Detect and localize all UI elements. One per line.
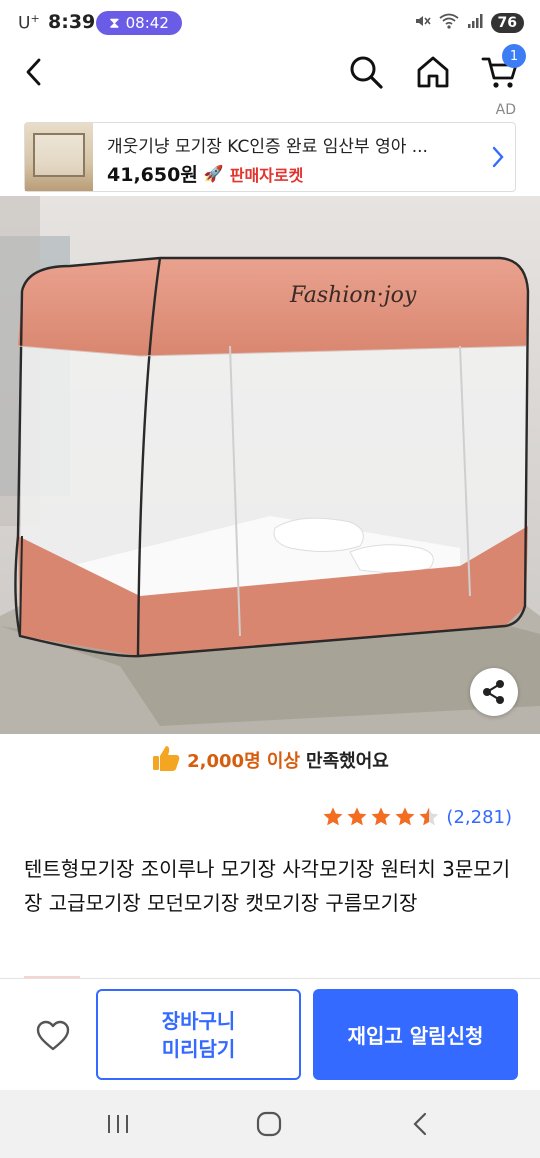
ad-label: AD [495,102,516,118]
home-system-button[interactable] [249,1106,289,1142]
svg-text:Fashion·joy: Fashion·joy [289,283,417,308]
star-icon [420,807,439,826]
back-button[interactable] [12,50,56,94]
share-icon [483,680,504,704]
star-icon [372,807,391,826]
top-nav: 1 [0,44,540,98]
ad-banner[interactable]: 개웃기냥 모기장 KC인증 완료 임산부 영아 ... 41,650원 🚀 판매… [24,122,516,192]
rocket-icon: 🚀 [203,164,224,183]
thumbs-up-icon [151,743,181,778]
star-icon [348,807,367,826]
wishlist-button[interactable] [30,1013,76,1059]
timer-pill: ⧗ 08:42 [96,11,182,35]
satisfaction-banner: 2,000명 이상 만족했어요 [0,738,540,782]
home-circle-icon [256,1111,282,1137]
timer-value: 08:42 [125,14,169,32]
chevron-right-icon [492,146,504,168]
share-button[interactable] [470,668,518,716]
star-rating [322,806,440,828]
cart-button[interactable]: 1 [478,44,526,94]
ad-price-row: 41,650원 🚀 판매자로켓 [107,160,303,187]
status-icons: 76 [413,12,524,34]
status-bar: U+ 8:39 ⧗ 08:42 76 [0,0,540,46]
product-image[interactable]: Fashion·joy [0,196,540,734]
system-back-button[interactable] [400,1106,440,1142]
bottom-action-bar: 장바구니 미리담기 재입고 알림신청 [0,978,540,1090]
star-icon [396,807,415,826]
back-arrow-icon [413,1112,427,1136]
wifi-icon [438,13,459,33]
search-button[interactable] [344,50,388,94]
carrier-label: U+ [18,12,40,34]
battery-indicator: 76 [490,13,524,33]
chevron-left-icon [26,58,41,86]
clock: 8:39 [48,11,96,33]
review-count[interactable]: (2,281) [446,807,512,828]
search-icon [350,56,383,89]
cart-count-badge: 1 [502,44,526,68]
ad-thumbnail [25,123,93,191]
product-title: 텐트형모기장 조이루나 모기장 사각모기장 원터치 3문모기장 고급모기장 모던… [24,857,511,915]
rating[interactable]: (2,281) [322,806,512,828]
satisfaction-text: 만족했어요 [306,751,389,772]
seller-rocket-badge: 판매자로켓 [229,165,304,185]
hourglass-icon: ⧗ [109,14,120,32]
satisfaction-count: 2,000명 이상 [187,751,301,772]
add-to-cart-button[interactable]: 장바구니 미리담기 [96,989,301,1080]
mute-icon [413,12,431,34]
home-button[interactable] [411,50,455,94]
heart-icon [36,1020,70,1051]
restock-alert-button[interactable]: 재입고 알림신청 [313,989,518,1080]
cart-button-line2: 미리담기 [161,1036,236,1061]
recent-apps-icon [108,1115,128,1133]
cart-button-line1: 장바구니 [161,1008,236,1033]
home-icon [417,56,449,88]
signal-icon [467,13,483,33]
ad-price: 41,650원 [107,164,198,186]
mosquito-net-photo: Fashion·joy [0,196,540,734]
system-nav-bar [0,1090,540,1158]
recent-apps-button[interactable] [98,1106,138,1142]
star-icon [324,807,343,826]
ad-title: 개웃기냥 모기장 KC인증 완료 임산부 영아 ... [107,137,428,157]
